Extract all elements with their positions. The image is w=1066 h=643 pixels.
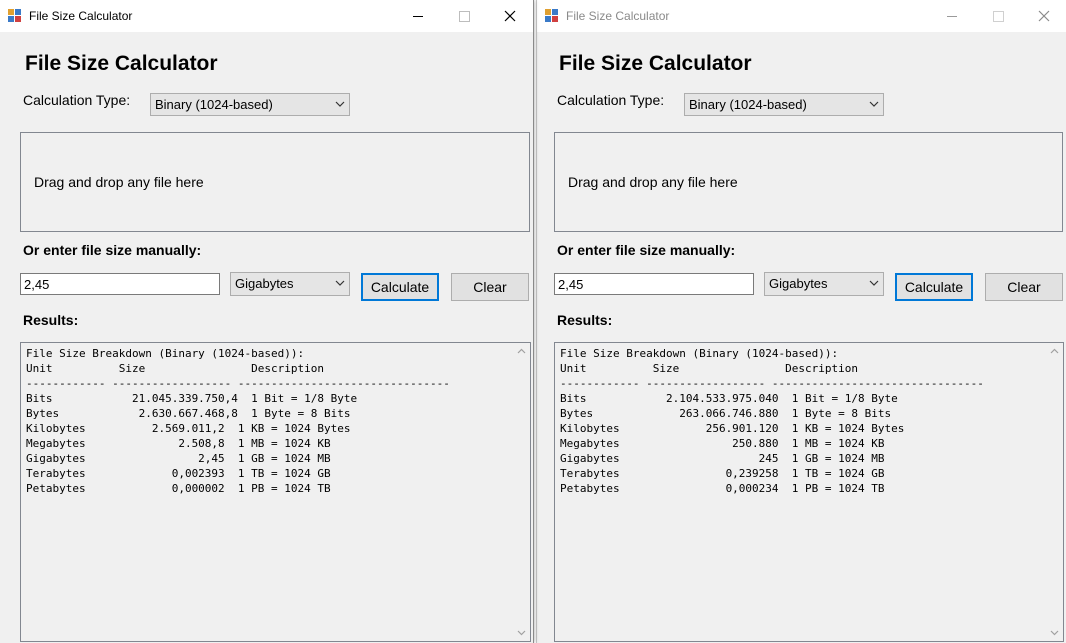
- results-line: ------------ ------------------ --------…: [560, 377, 984, 390]
- file-drop-zone[interactable]: Drag and drop any file here: [20, 132, 530, 232]
- calculate-button[interactable]: Calculate: [361, 273, 439, 301]
- file-drop-zone[interactable]: Drag and drop any file here: [554, 132, 1063, 232]
- calculation-type-select[interactable]: Binary (1024-based): [150, 93, 350, 116]
- calculator-window-right: File Size Calculator File Size Calculato…: [536, 0, 1066, 643]
- results-line: Unit Size Description: [560, 362, 859, 375]
- drop-zone-text: Drag and drop any file here: [34, 174, 204, 190]
- results-line: Petabytes 0,000002 1 PB = 1024 TB: [26, 482, 331, 495]
- calculation-type-label: Calculation Type:: [23, 92, 131, 108]
- calculate-button[interactable]: Calculate: [895, 273, 973, 301]
- results-line: File Size Breakdown (Binary (1024-based)…: [26, 347, 305, 360]
- file-size-input[interactable]: [554, 273, 754, 295]
- results-text: File Size Breakdown (Binary (1024-based)…: [560, 346, 984, 496]
- scroll-up-icon[interactable]: [1050, 347, 1059, 356]
- window-title: File Size Calculator: [29, 9, 133, 23]
- results-textbox[interactable]: File Size Breakdown (Binary (1024-based)…: [554, 342, 1064, 642]
- results-line: Petabytes 0,000234 1 PB = 1024 TB: [560, 482, 885, 495]
- results-line: Megabytes 250.880 1 MB = 1024 KB: [560, 437, 885, 450]
- manual-entry-label: Or enter file size manually:: [23, 242, 202, 258]
- unit-select[interactable]: Gigabytes: [230, 272, 350, 296]
- results-line: Bytes 263.066.746.880 1 Byte = 8 Bits: [560, 407, 892, 420]
- results-line: ------------ ------------------ --------…: [26, 377, 450, 390]
- results-line: Bytes 2.630.667.468,8 1 Byte = 8 Bits: [26, 407, 351, 420]
- chevron-down-icon: [335, 101, 345, 107]
- drop-zone-text: Drag and drop any file here: [568, 174, 738, 190]
- calculation-type-label: Calculation Type:: [557, 92, 665, 108]
- results-scrollbar[interactable]: [1046, 343, 1063, 641]
- title-bar[interactable]: File Size Calculator: [537, 0, 1066, 32]
- maximize-icon[interactable]: [441, 0, 487, 32]
- results-line: Kilobytes 256.901.120 1 KB = 1024 Bytes: [560, 422, 905, 435]
- unit-value: Gigabytes: [235, 276, 294, 291]
- file-size-input[interactable]: [20, 273, 220, 295]
- chevron-down-icon: [869, 101, 879, 107]
- results-line: Gigabytes 2,45 1 GB = 1024 MB: [26, 452, 331, 465]
- results-line: Terabytes 0,002393 1 TB = 1024 GB: [26, 467, 331, 480]
- maximize-icon[interactable]: [975, 0, 1021, 32]
- app-icon: [545, 9, 559, 23]
- results-line: Bits 21.045.339.750,4 1 Bit = 1/8 Byte: [26, 392, 358, 405]
- calculator-window-left: File Size Calculator File Size Calculato…: [0, 0, 534, 643]
- unit-select[interactable]: Gigabytes: [764, 272, 884, 296]
- results-label: Results:: [557, 312, 613, 328]
- results-line: Bits 2.104.533.975.040 1 Bit = 1/8 Byte: [560, 392, 898, 405]
- calculation-type-value: Binary (1024-based): [689, 97, 807, 112]
- results-line: Terabytes 0,239258 1 TB = 1024 GB: [560, 467, 885, 480]
- scroll-down-icon[interactable]: [1050, 628, 1059, 637]
- results-text: File Size Breakdown (Binary (1024-based)…: [26, 346, 450, 496]
- clear-button[interactable]: Clear: [451, 273, 529, 301]
- minimize-icon[interactable]: [395, 0, 441, 32]
- close-icon[interactable]: [1021, 0, 1066, 32]
- calculation-type-select[interactable]: Binary (1024-based): [684, 93, 884, 116]
- chevron-down-icon: [335, 280, 345, 286]
- results-line: Gigabytes 245 1 GB = 1024 MB: [560, 452, 885, 465]
- results-label: Results:: [23, 312, 79, 328]
- results-textbox[interactable]: File Size Breakdown (Binary (1024-based)…: [20, 342, 531, 642]
- results-line: File Size Breakdown (Binary (1024-based)…: [560, 347, 839, 360]
- page-title: File Size Calculator: [559, 52, 752, 75]
- chevron-down-icon: [869, 280, 879, 286]
- window-title: File Size Calculator: [566, 9, 670, 23]
- unit-value: Gigabytes: [769, 276, 828, 291]
- title-bar[interactable]: File Size Calculator: [0, 0, 533, 32]
- manual-entry-label: Or enter file size manually:: [557, 242, 736, 258]
- scroll-up-icon[interactable]: [517, 347, 526, 356]
- results-line: Kilobytes 2.569.011,2 1 KB = 1024 Bytes: [26, 422, 351, 435]
- results-line: Megabytes 2.508,8 1 MB = 1024 KB: [26, 437, 331, 450]
- calculation-type-value: Binary (1024-based): [155, 97, 273, 112]
- scroll-down-icon[interactable]: [517, 628, 526, 637]
- page-title: File Size Calculator: [25, 52, 218, 75]
- clear-button[interactable]: Clear: [985, 273, 1063, 301]
- app-icon: [8, 9, 22, 23]
- results-line: Unit Size Description: [26, 362, 325, 375]
- close-icon[interactable]: [487, 0, 533, 32]
- results-scrollbar[interactable]: [513, 343, 530, 641]
- minimize-icon[interactable]: [929, 0, 975, 32]
